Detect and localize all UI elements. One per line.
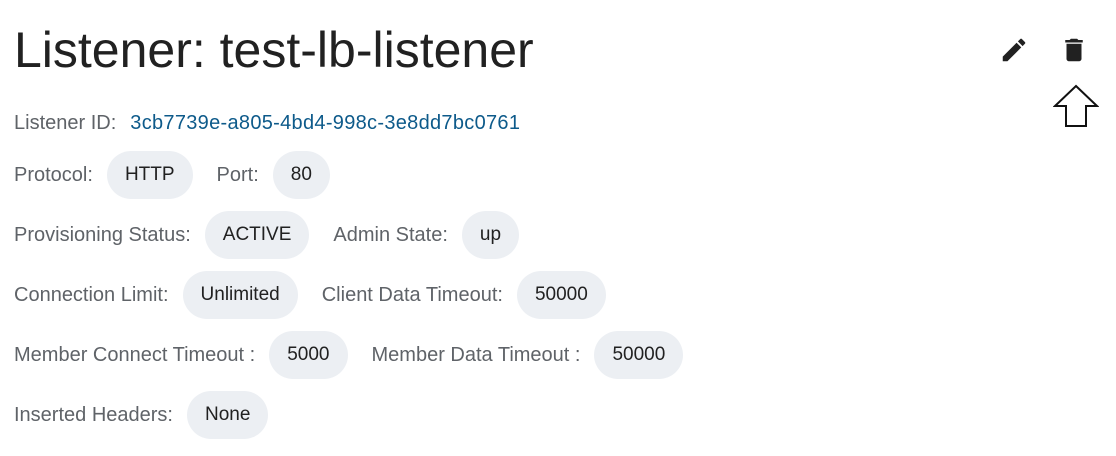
listener-id-label: Listener ID: [14, 111, 117, 134]
inserted-headers-chip: None [186, 391, 269, 439]
member-timeout-row: Member Connect Timeout : 5000 Member Dat… [14, 331, 707, 379]
client-data-timeout-chip: 50000 [516, 271, 606, 319]
protocol-label: Protocol: [14, 163, 93, 186]
protocol-port-row: Protocol: HTTP Port: 80 [14, 151, 354, 199]
member-data-timeout-chip: 50000 [594, 331, 684, 379]
connection-row: Connection Limit: Unlimited Client Data … [14, 271, 630, 319]
pencil-icon [1002, 38, 1026, 62]
port-label: Port: [216, 163, 259, 186]
status-row: Provisioning Status: ACTIVE Admin State:… [14, 211, 543, 259]
member-connect-timeout-label: Member Connect Timeout : [14, 343, 256, 366]
admin-state-label: Admin State: [333, 223, 448, 246]
connection-limit-label: Connection Limit: [14, 283, 169, 306]
inserted-headers-row: Inserted Headers: None [14, 391, 292, 439]
connection-limit-chip: Unlimited [182, 271, 298, 319]
client-data-timeout-label: Client Data Timeout: [321, 283, 503, 306]
protocol-chip: HTTP [106, 151, 193, 199]
admin-state-chip: up [461, 211, 520, 259]
inserted-headers-label: Inserted Headers: [14, 403, 173, 426]
member-data-timeout-label: Member Data Timeout : [371, 343, 581, 366]
provisioning-status-chip: ACTIVE [204, 211, 310, 259]
arrow-up-cursor-icon [1053, 84, 1099, 127]
page-title: Listener: test-lb-listener [14, 22, 534, 78]
listener-id-value: 3cb7739e-a805-4bd4-998c-3e8dd7bc0761 [130, 111, 521, 134]
listener-detail-page: Listener: test-lb-listener Listener ID: … [0, 0, 1116, 456]
delete-button[interactable] [1056, 32, 1092, 68]
edit-button[interactable] [996, 32, 1032, 68]
port-chip: 80 [272, 151, 330, 199]
provisioning-status-label: Provisioning Status: [14, 223, 191, 246]
listener-id-row: Listener ID: 3cb7739e-a805-4bd4-998c-3e8… [14, 108, 520, 138]
member-connect-timeout-chip: 5000 [269, 331, 348, 379]
trash-icon [1065, 38, 1083, 62]
